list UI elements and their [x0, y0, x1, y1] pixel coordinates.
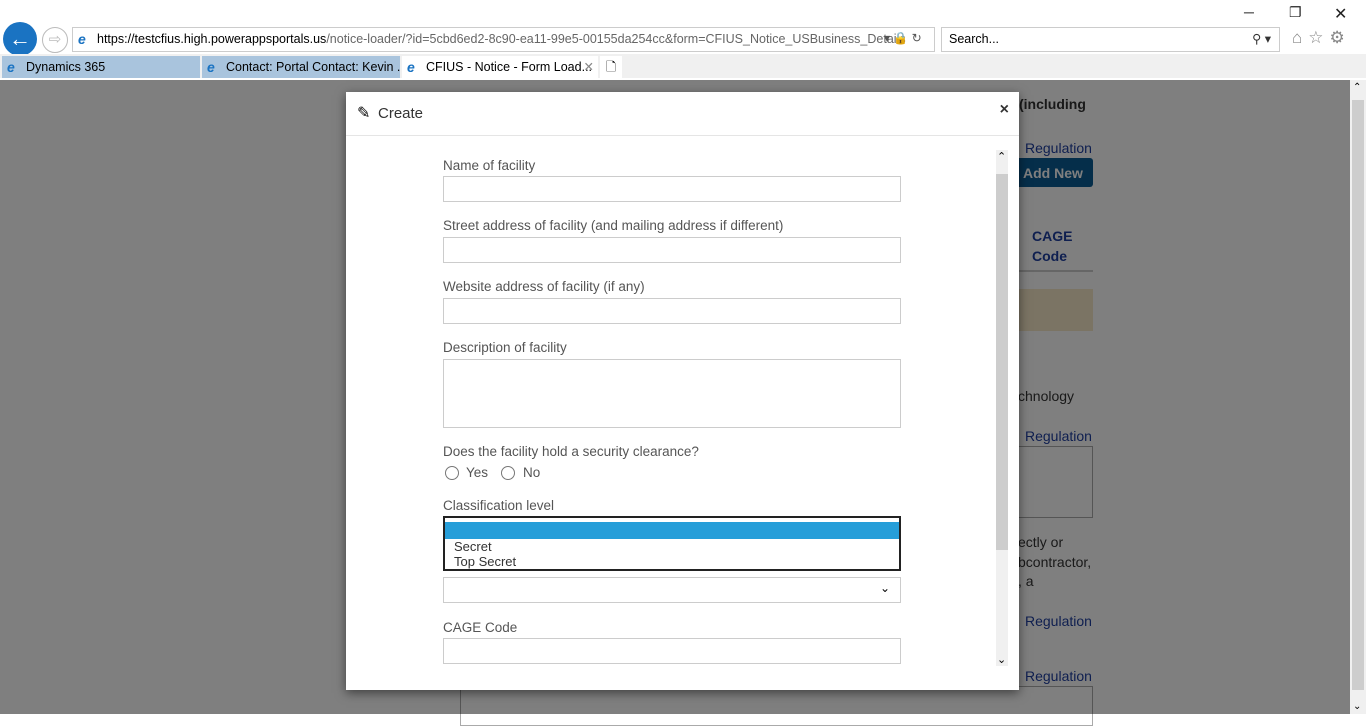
label-name: Name of facility: [443, 158, 536, 173]
close-dialog-button[interactable]: ×: [1000, 101, 1009, 119]
address-dropdown-lock-refresh-icons[interactable]: ▾ 🔒 ↻: [884, 31, 922, 45]
address-bar[interactable]: e https://testcfius.high.powerappsportals…: [72, 27, 935, 52]
facility-type-select[interactable]: ⌄: [443, 577, 901, 603]
description-textarea[interactable]: [443, 359, 901, 428]
street-address-input[interactable]: [443, 237, 901, 263]
label-yes: Yes: [466, 465, 489, 480]
dialog-scrollbar[interactable]: ⌃ ⌄: [996, 150, 1008, 666]
option-blank[interactable]: [445, 522, 899, 539]
option-secret[interactable]: Secret: [445, 539, 899, 554]
tab-label: Contact: Portal Contact: Kevin ...: [226, 60, 400, 74]
restore-button[interactable]: ❐: [1289, 4, 1302, 21]
ie-icon: e: [407, 59, 415, 75]
close-window-button[interactable]: ✕: [1334, 4, 1347, 24]
tab-contact[interactable]: e Contact: Portal Contact: Kevin ...: [202, 56, 400, 78]
cage-code-input[interactable]: [443, 638, 901, 664]
minimize-button[interactable]: ─: [1244, 4, 1254, 20]
tab-label: CFIUS - Notice - Form Load...: [426, 60, 593, 74]
close-tab-icon[interactable]: ✕: [584, 56, 594, 78]
radio-yes[interactable]: [445, 466, 459, 480]
home-favorites-settings-icons[interactable]: ⌂☆⚙: [1292, 28, 1351, 48]
ie-icon: e: [78, 31, 86, 47]
tab-dynamics[interactable]: e Dynamics 365: [2, 56, 200, 78]
search-icon[interactable]: ⚲ ▾: [1252, 28, 1271, 51]
label-classification: Classification level: [443, 498, 555, 513]
label-clearance: Does the facility hold a security cleara…: [443, 444, 699, 459]
label-cage: CAGE Code: [443, 620, 518, 635]
url-host: powerappsportals.us: [210, 32, 327, 46]
forward-button[interactable]: ⇨: [42, 27, 68, 53]
back-button[interactable]: ←: [3, 22, 37, 56]
search-input[interactable]: Search... ⚲ ▾: [941, 27, 1280, 52]
ie-icon: e: [207, 59, 215, 75]
create-dialog: ✎ Create × Name of facility Street addre…: [346, 92, 1019, 690]
search-placeholder: Search...: [949, 32, 1000, 46]
tab-cfius[interactable]: e CFIUS - Notice - Form Load... ✕: [402, 56, 598, 78]
browser-chrome: ← ⇨ e https://testcfius.high.powerappspor…: [0, 0, 1366, 80]
classification-dropdown-list[interactable]: Secret Top Secret: [443, 516, 901, 571]
tab-label: Dynamics 365: [26, 60, 106, 74]
ie-icon: e: [7, 59, 15, 75]
url-prefix: https://testcfius.high.: [97, 32, 211, 46]
facility-name-input[interactable]: [443, 176, 901, 202]
radio-no[interactable]: [501, 466, 515, 480]
label-no: No: [523, 465, 541, 480]
option-top-secret[interactable]: Top Secret: [445, 554, 899, 569]
page-scrollbar[interactable]: ⌃ ⌄: [1350, 80, 1366, 714]
label-website: Website address of facility (if any): [443, 279, 645, 294]
dialog-header: ✎ Create ×: [346, 92, 1019, 136]
edit-icon: ✎: [357, 105, 371, 122]
website-input[interactable]: [443, 298, 901, 324]
chevron-down-icon: ⌄: [879, 581, 890, 595]
url-path: /notice-loader/?id=5cbd6ed2-8c90-ea11-99…: [326, 32, 906, 46]
dialog-title: Create: [378, 105, 424, 122]
new-tab-button[interactable]: 🗋: [600, 56, 622, 78]
label-street: Street address of facility (and mailing …: [443, 218, 784, 233]
label-description: Description of facility: [443, 340, 567, 355]
tab-bar: e Dynamics 365 e Contact: Portal Contact: …: [0, 54, 1366, 78]
